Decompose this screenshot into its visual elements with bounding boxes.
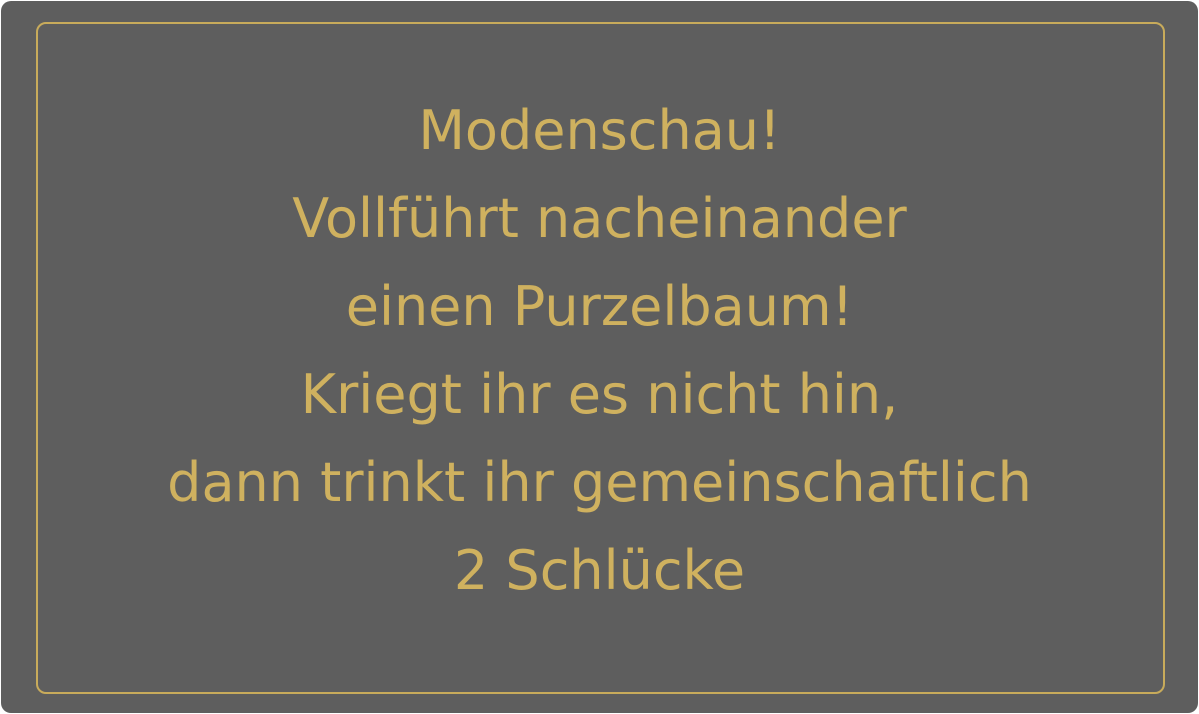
game-card: Modenschau! Vollführt nacheinander einen… [1, 1, 1198, 713]
card-text: Modenschau! Vollführt nacheinander einen… [1, 87, 1198, 615]
card-text-line: 2 Schlücke [453, 539, 746, 602]
card-text-line: einen Purzelbaum! [345, 275, 854, 338]
card-text-line: Vollführt nacheinander [292, 187, 907, 250]
card-text-line: Kriegt ihr es nicht hin, [300, 363, 899, 426]
card-text-line: dann trinkt ihr gemeinschaftlich [167, 451, 1032, 514]
card-title: Modenschau! [418, 99, 781, 162]
